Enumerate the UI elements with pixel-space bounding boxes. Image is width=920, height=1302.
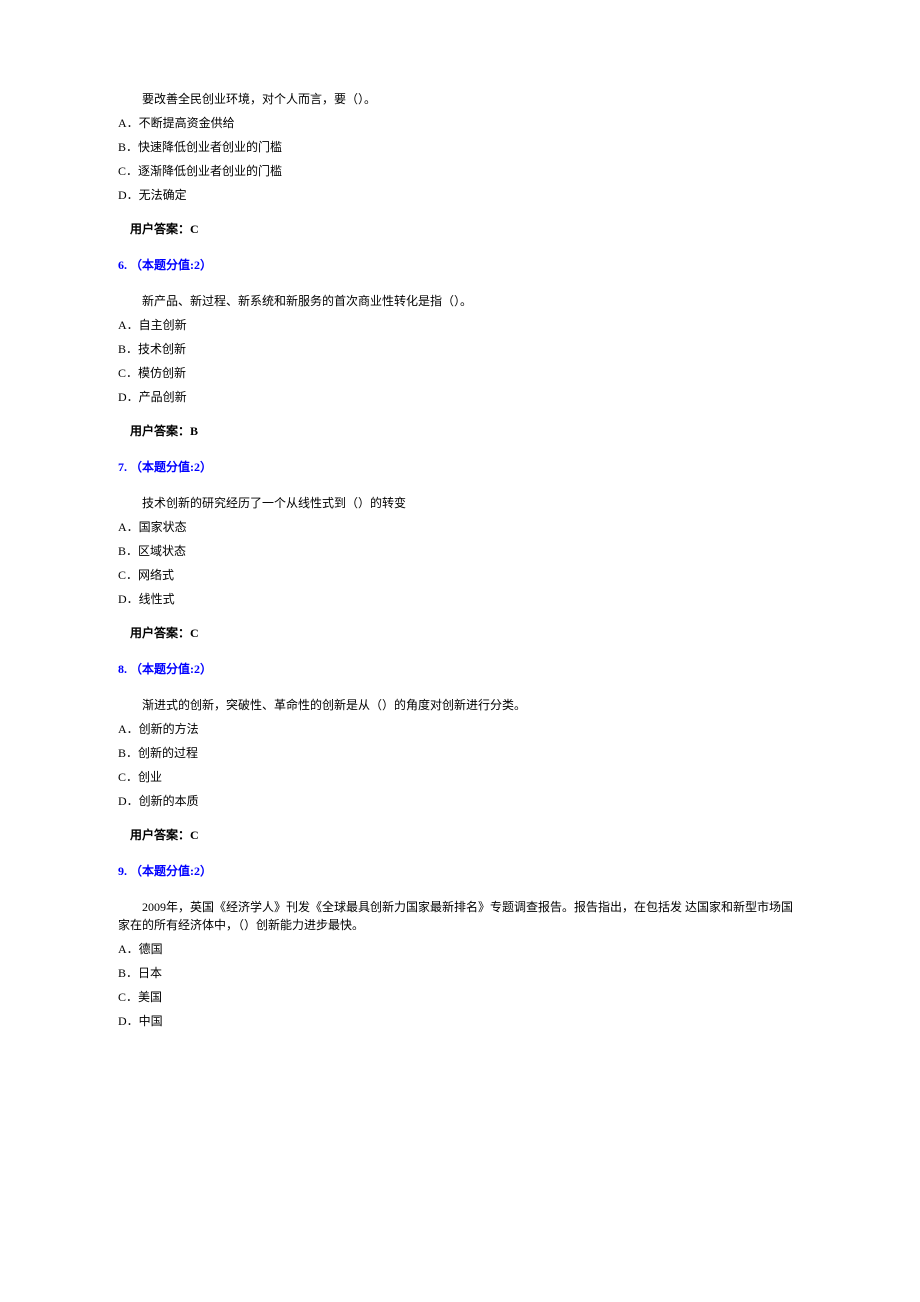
question-stem: 新产品、新过程、新系统和新服务的首次商业性转化是指（）。 xyxy=(118,292,802,310)
question-header: 7. （本题分值:2） xyxy=(118,458,802,476)
question-block: 渐进式的创新，突破性、革命性的创新是从（）的角度对创新进行分类。 A．创新的方法… xyxy=(118,696,802,844)
user-answer: 用户答案：B xyxy=(118,422,802,440)
question-option: C．创业 xyxy=(118,768,802,786)
question-number: 7. xyxy=(118,460,127,474)
question-stem: 要改善全民创业环境，对个人而言，要（）。 xyxy=(118,90,802,108)
question-header: 6. （本题分值:2） xyxy=(118,256,802,274)
question-block: 技术创新的研究经历了一个从线性式到（）的转变 A．国家状态 B．区域状态 C．网… xyxy=(118,494,802,642)
question-score: （本题分值:2） xyxy=(130,258,212,272)
question-block: 2009年，英国《经济学人》刊发《全球最具创新力国家最新排名》专题调查报告。报告… xyxy=(118,898,802,1030)
question-option: B．日本 xyxy=(118,964,802,982)
question-option: A．不断提高资金供给 xyxy=(118,114,802,132)
question-option: C．逐渐降低创业者创业的门槛 xyxy=(118,162,802,180)
question-option: B．区域状态 xyxy=(118,542,802,560)
question-option: D．中国 xyxy=(118,1012,802,1030)
question-option: B．快速降低创业者创业的门槛 xyxy=(118,138,802,156)
question-header: 8. （本题分值:2） xyxy=(118,660,802,678)
question-option: D．线性式 xyxy=(118,590,802,608)
question-stem: 2009年，英国《经济学人》刊发《全球最具创新力国家最新排名》专题调查报告。报告… xyxy=(118,898,802,934)
question-number: 8. xyxy=(118,662,127,676)
question-option: C．网络式 xyxy=(118,566,802,584)
question-option: C．模仿创新 xyxy=(118,364,802,382)
question-block: 要改善全民创业环境，对个人而言，要（）。 A．不断提高资金供给 B．快速降低创业… xyxy=(118,90,802,238)
question-option: A．创新的方法 xyxy=(118,720,802,738)
question-option: D．无法确定 xyxy=(118,186,802,204)
question-stem: 渐进式的创新，突破性、革命性的创新是从（）的角度对创新进行分类。 xyxy=(118,696,802,714)
question-score: （本题分值:2） xyxy=(130,864,212,878)
user-answer: 用户答案：C xyxy=(118,624,802,642)
question-score: （本题分值:2） xyxy=(130,662,212,676)
question-option: D．产品创新 xyxy=(118,388,802,406)
question-number: 9. xyxy=(118,864,127,878)
question-option: B．创新的过程 xyxy=(118,744,802,762)
question-stem: 技术创新的研究经历了一个从线性式到（）的转变 xyxy=(118,494,802,512)
question-score: （本题分值:2） xyxy=(130,460,212,474)
question-header: 9. （本题分值:2） xyxy=(118,862,802,880)
question-option: D．创新的本质 xyxy=(118,792,802,810)
question-block: 新产品、新过程、新系统和新服务的首次商业性转化是指（）。 A．自主创新 B．技术… xyxy=(118,292,802,440)
question-number: 6. xyxy=(118,258,127,272)
question-option: A．自主创新 xyxy=(118,316,802,334)
question-option: C．美国 xyxy=(118,988,802,1006)
question-option: A．国家状态 xyxy=(118,518,802,536)
question-option: B．技术创新 xyxy=(118,340,802,358)
question-option: A．德国 xyxy=(118,940,802,958)
user-answer: 用户答案：C xyxy=(118,220,802,238)
exam-page: 要改善全民创业环境，对个人而言，要（）。 A．不断提高资金供给 B．快速降低创业… xyxy=(0,0,920,1108)
user-answer: 用户答案：C xyxy=(118,826,802,844)
